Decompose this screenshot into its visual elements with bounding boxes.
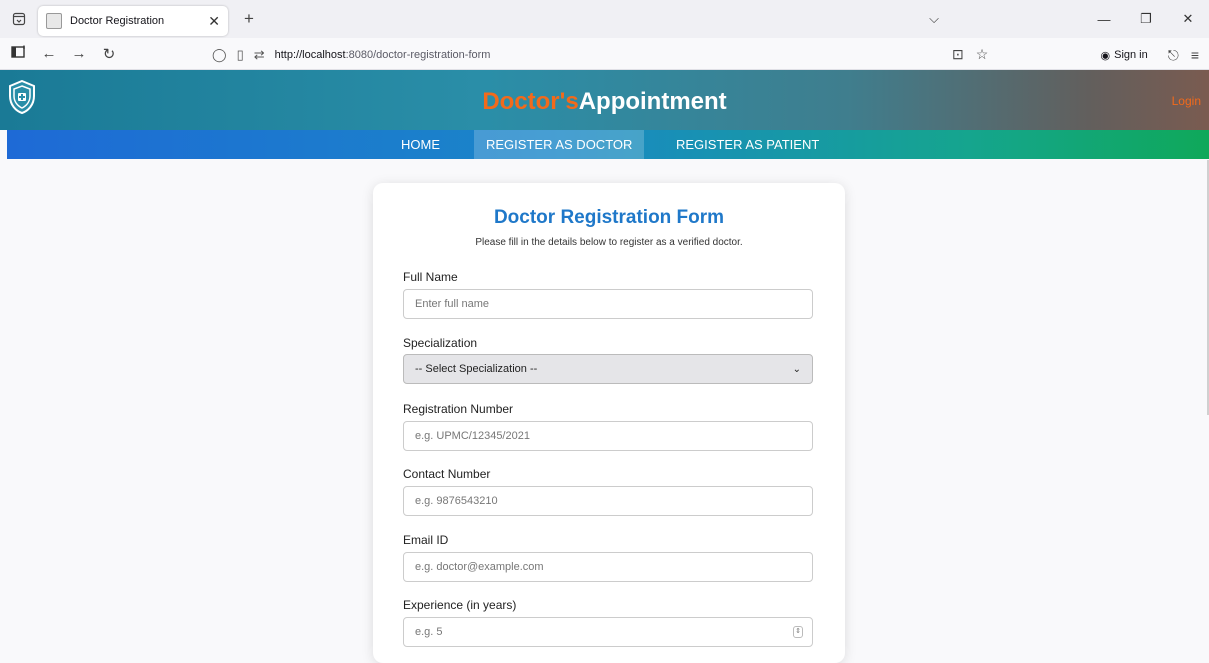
tab-list-icon[interactable] <box>0 0 38 38</box>
window-controls: ⌵ — ❐ ✕ <box>913 0 1209 38</box>
menu-item-register-patient[interactable]: REGISTER AS PATIENT <box>664 130 831 159</box>
chevron-down-icon[interactable]: ⌵ <box>913 11 955 27</box>
reload-icon[interactable]: ↻ <box>94 45 124 63</box>
permissions-icon[interactable]: ⇄ <box>254 47 265 63</box>
menu-item-home[interactable]: HOME <box>389 130 452 159</box>
close-tab-icon[interactable]: ✕ <box>208 13 220 30</box>
menu-icon[interactable]: ≡ <box>1191 47 1199 63</box>
brand-title: Doctor'sAppointment <box>0 88 1209 116</box>
registration-number-label: Registration Number <box>403 402 514 416</box>
email-label: Email ID <box>403 533 449 547</box>
extensions-icon[interactable]: ⎋ <box>1168 47 1179 64</box>
site-menu: HOME REGISTER AS DOCTOR REGISTER AS PATI… <box>7 130 1209 159</box>
close-window-icon[interactable]: ✕ <box>1167 11 1209 27</box>
brand-part-1: Doctor's <box>482 88 579 115</box>
page-icon: ▯ <box>236 47 244 62</box>
new-tab-icon[interactable]: + <box>234 9 264 29</box>
restore-icon[interactable]: ❐ <box>1125 11 1167 27</box>
site-header: Doctor'sAppointment Login <box>0 70 1209 130</box>
registration-number-input[interactable] <box>403 421 813 451</box>
url-text[interactable]: http://localhost:8080/doctor-registratio… <box>275 49 491 61</box>
experience-label: Experience (in years) <box>403 598 517 612</box>
sign-in-label: Sign in <box>1114 49 1148 61</box>
email-input[interactable] <box>403 552 813 582</box>
reader-view-icon[interactable]: ⊡ <box>952 46 964 63</box>
account-icon: ◉ <box>1100 49 1111 62</box>
chevron-down-icon: ⌄ <box>792 363 801 375</box>
form-subtitle: Please fill in the details below to regi… <box>475 237 743 248</box>
number-spinner-icon[interactable]: ⇕ <box>793 626 803 638</box>
bookmark-star-icon[interactable]: ☆ <box>976 46 989 63</box>
brand-part-2: Appointment <box>578 88 727 115</box>
page-favicon-icon <box>46 13 62 29</box>
specialization-selected: -- Select Specialization -- <box>415 363 538 375</box>
full-name-input[interactable] <box>403 289 813 319</box>
form-title: Doctor Registration Form <box>493 207 725 228</box>
back-arrow-icon[interactable]: ← <box>34 45 64 62</box>
experience-field-wrapper: ⇕ <box>373 617 845 647</box>
minimize-icon[interactable]: — <box>1083 12 1125 27</box>
url-actions: ⊡ ☆ <box>952 46 988 63</box>
specialization-select[interactable]: -- Select Specialization -- ⌄ <box>403 354 813 384</box>
tab-title: Doctor Registration <box>70 15 165 27</box>
login-link[interactable]: Login <box>1172 94 1201 108</box>
registration-form-card: Doctor Registration Form Please fill in … <box>373 183 845 663</box>
menu-item-register-doctor[interactable]: REGISTER AS DOCTOR <box>474 130 645 159</box>
experience-input[interactable] <box>403 617 813 647</box>
sign-in-button[interactable]: ◉ Sign in <box>1093 44 1156 66</box>
contact-number-label: Contact Number <box>403 467 491 481</box>
specialization-label: Specialization <box>403 336 478 350</box>
shield-icon[interactable]: ◯ <box>212 47 227 63</box>
url-bar[interactable]: ◯ ▯ ⇄ http://localhost:8080/doctor-regis… <box>212 43 1012 67</box>
sidebar-toggle-icon[interactable] <box>4 45 34 63</box>
contact-number-input[interactable] <box>403 486 813 516</box>
toolbar-right: ◉ Sign in ⎋ ≡ <box>1093 44 1200 66</box>
forward-arrow-icon[interactable]: → <box>64 45 94 62</box>
full-name-label: Full Name <box>403 270 458 284</box>
browser-nav-bar: ← → ↻ ◯ ▯ ⇄ http://localhost:8080/doctor… <box>0 38 1209 70</box>
browser-tab[interactable]: Doctor Registration ✕ <box>38 6 228 36</box>
browser-tab-bar: Doctor Registration ✕ + ⌵ — ❐ ✕ <box>0 0 1209 38</box>
